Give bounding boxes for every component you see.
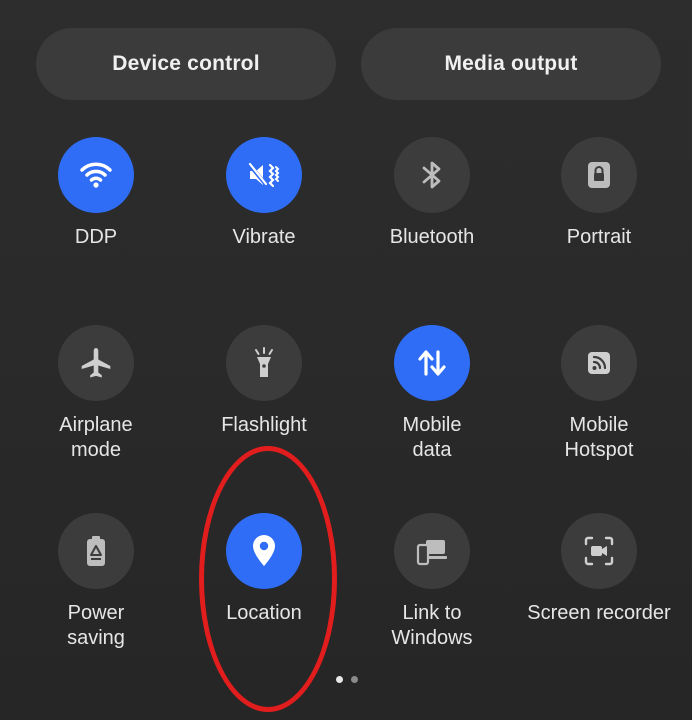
airplane-toggle[interactable] [58, 325, 134, 401]
tile-vibrate[interactable]: Vibrate [180, 137, 348, 250]
screen-recorder-toggle[interactable] [561, 513, 637, 589]
page-indicator [336, 676, 358, 683]
media-output-button[interactable]: Media output [361, 28, 661, 100]
location-toggle[interactable] [226, 513, 302, 589]
flashlight-icon [244, 343, 284, 383]
tile-bluetooth[interactable]: Bluetooth [348, 137, 516, 250]
tile-label: Vibrate [232, 226, 296, 248]
tile-location[interactable]: Location [180, 513, 348, 626]
vibrate-icon [244, 155, 284, 195]
tile-label: Screen recorder [527, 602, 671, 624]
tile-label: Bluetooth [389, 226, 475, 248]
quick-settings-panel: Device control Media output DDP Vibrate … [0, 0, 692, 720]
tile-mobile-data[interactable]: Mobile data [348, 325, 516, 463]
tile-label: Flashlight [221, 414, 307, 436]
tile-label: DDP [74, 226, 118, 248]
tile-screen-recorder[interactable]: Screen recorder [515, 513, 683, 626]
tile-label: Power saving [67, 602, 125, 649]
wifi-icon [76, 155, 116, 195]
tile-label: Mobile data [402, 414, 462, 461]
tile-label: Portrait [566, 226, 632, 248]
tile-power-saving[interactable]: Power saving [12, 513, 180, 651]
flashlight-toggle[interactable] [226, 325, 302, 401]
screen-recorder-icon [579, 531, 619, 571]
tile-mobile-hotspot[interactable]: Mobile Hotspot [515, 325, 683, 463]
device-control-button[interactable]: Device control [36, 28, 336, 100]
tile-label: Airplane mode [59, 414, 133, 461]
tile-label: Link to Windows [391, 602, 473, 649]
bluetooth-icon [412, 155, 452, 195]
tile-portrait[interactable]: Portrait [515, 137, 683, 250]
tile-airplane-mode[interactable]: Airplane mode [12, 325, 180, 463]
power-saving-toggle[interactable] [58, 513, 134, 589]
tile-label: Location [226, 602, 302, 624]
wifi-toggle[interactable] [58, 137, 134, 213]
link-to-windows-toggle[interactable] [394, 513, 470, 589]
portrait-toggle[interactable] [561, 137, 637, 213]
tile-flashlight[interactable]: Flashlight [180, 325, 348, 438]
tile-link-to-windows[interactable]: Link to Windows [348, 513, 516, 651]
hotspot-icon [579, 343, 619, 383]
page-dot[interactable] [351, 676, 358, 683]
bluetooth-toggle[interactable] [394, 137, 470, 213]
mobile-data-toggle[interactable] [394, 325, 470, 401]
link-to-windows-icon [412, 531, 452, 571]
hotspot-toggle[interactable] [561, 325, 637, 401]
tile-label: Mobile Hotspot [564, 414, 634, 461]
rotation-lock-icon [579, 155, 619, 195]
page-dot-active[interactable] [336, 676, 343, 683]
location-pin-icon [244, 531, 284, 571]
vibrate-toggle[interactable] [226, 137, 302, 213]
tile-ddp[interactable]: DDP [12, 137, 180, 250]
mobile-data-icon [412, 343, 452, 383]
airplane-icon [76, 343, 116, 383]
battery-saver-icon [76, 531, 116, 571]
